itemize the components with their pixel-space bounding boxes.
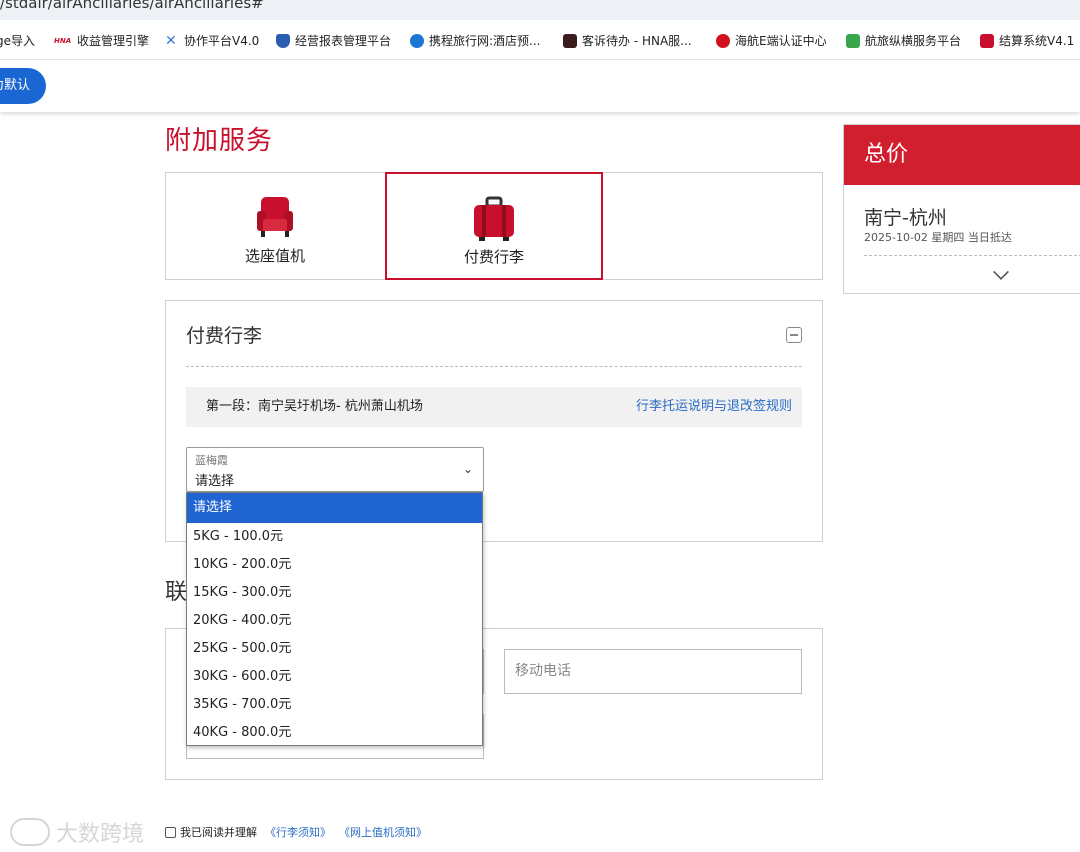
baggage-select[interactable]: 蓝梅霞 请选择 ⌄ [186,447,484,492]
summary-header: 总价 [844,125,1080,185]
address-bar[interactable]: /stdair/airAncillaries/airAncillaries# [0,0,1080,20]
collapse-icon[interactable] [786,327,802,343]
option-item[interactable]: 40KG - 800.0元 [187,719,482,747]
luggage-icon [474,196,514,241]
flight-date: 2025-10-02 星期四 当日抵达 [864,231,1012,244]
tab-baggage-label: 付费行李 [463,248,524,266]
baggage-notice-link[interactable]: 《行李须知》 [265,824,331,840]
option-item[interactable]: 30KG - 600.0元 [187,663,482,691]
selected-value: 请选择 [195,474,235,489]
page-toolbar: 为默认 [0,60,1080,112]
divider [186,366,802,367]
agree-checkbox[interactable] [165,826,176,838]
mobile-phone-input[interactable]: 移动电话 [504,649,802,694]
baggage-options-list[interactable]: 请选择 5KG - 100.0元 10KG - 200.0元 15KG - 30… [186,492,483,746]
bookmark-item[interactable]: ✕ 协作平台V4.0 [165,32,259,49]
contact-section-title: 联 [165,580,188,605]
cross-logo-icon: ✕ [165,32,177,49]
agreement-row: 我已阅读并理解 《行李须知》 《网上值机须知》 [165,824,427,840]
divider [864,255,1080,256]
settlement-icon [980,33,994,48]
option-item[interactable]: 25KG - 500.0元 [187,635,482,663]
complaint-icon [563,33,577,48]
page-title: 附加服务 [165,126,274,156]
bookmark-item[interactable]: 结算系统V4.1 [980,32,1074,49]
option-item[interactable]: 15KG - 300.0元 [187,579,482,607]
bookmarks-bar: ge导入 HNA 收益管理引擎 ✕ 协作平台V4.0 经营报表管理平台 携程旅行… [0,20,1080,60]
tab-paid-baggage[interactable]: 付费行李 [385,172,603,280]
option-item[interactable]: 20KG - 400.0元 [187,607,482,635]
shield-icon [276,33,290,48]
bookmark-item[interactable]: HNA 收益管理引擎 [54,32,149,49]
bookmark-item[interactable]: ge导入 [0,32,35,49]
chevron-down-icon: ⌄ [462,462,473,476]
umetrip-icon [846,33,860,48]
set-default-button[interactable]: 为默认 [0,68,46,104]
bookmark-item[interactable]: 携程旅行网:酒店预... [410,32,541,49]
route-title: 南宁-杭州 [864,207,947,229]
service-tabs: 选座值机 付费行李 [165,172,823,280]
bookmark-item[interactable]: 海航E端认证中心 [716,32,827,49]
url-text: /stdair/airAncillaries/airAncillaries# [0,0,264,12]
chevron-down-icon[interactable] [993,264,1009,280]
segment-route: 第一段：南宁吴圩机场- 杭州萧山机场 [206,399,423,414]
checkin-notice-link[interactable]: 《网上值机须知》 [339,824,427,840]
panel-title: 付费行李 [186,325,263,347]
option-item[interactable]: 请选择 [187,493,482,523]
passenger-name: 蓝梅霞 [195,454,228,467]
option-item[interactable]: 5KG - 100.0元 [187,523,482,551]
baggage-rules-link[interactable]: 行李托运说明与退改签规则 [636,387,792,427]
ctrip-dolphin-icon [410,33,424,48]
watermark-logo-icon [10,818,50,846]
agreement-text: 我已阅读并理解 [180,826,257,839]
flight-segment-bar: 第一段：南宁吴圩机场- 杭州萧山机场 行李托运说明与退改签规则 [186,387,802,427]
hna-logo-icon: HNA [54,36,72,45]
option-item[interactable]: 35KG - 700.0元 [187,691,482,719]
price-summary: 总价 南宁-杭州 2025-10-02 星期四 当日抵达 [843,124,1080,294]
bookmark-item[interactable]: 航旅纵横服务平台 [846,32,961,49]
option-item[interactable]: 10KG - 200.0元 [187,551,482,579]
seat-icon [257,197,293,237]
bookmark-item[interactable]: 客诉待办 - HNA服... [563,32,692,49]
tab-seat-checkin[interactable]: 选座值机 [166,173,384,279]
bookmark-item[interactable]: 经营报表管理平台 [276,32,391,49]
watermark: 大数跨境 [10,816,144,848]
tab-seat-label: 选座值机 [244,247,305,265]
hna-circle-icon [716,33,730,48]
